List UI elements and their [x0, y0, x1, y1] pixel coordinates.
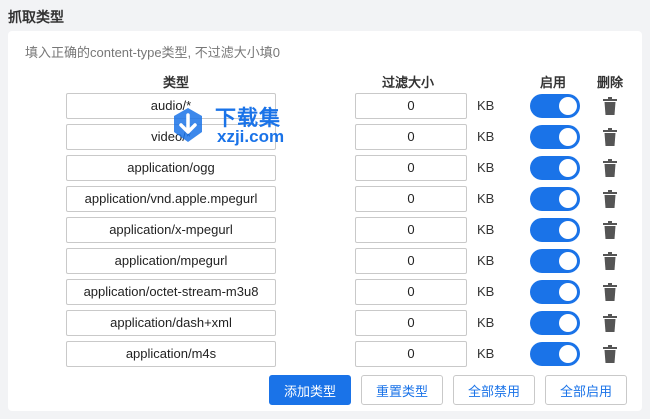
size-unit: KB	[477, 129, 495, 144]
trash-icon[interactable]	[603, 97, 617, 115]
size-unit: KB	[477, 98, 495, 113]
toggle-knob	[559, 283, 577, 301]
type-input[interactable]: video/*	[66, 124, 276, 150]
enable-all-button[interactable]: 全部启用	[545, 375, 627, 405]
size-unit: KB	[477, 346, 495, 361]
size-input[interactable]: 0	[355, 341, 467, 367]
trash-icon[interactable]	[603, 159, 617, 177]
trash-icon[interactable]	[603, 128, 617, 146]
table-row: application/m4s 0 KB	[8, 341, 642, 367]
size-unit: KB	[477, 191, 495, 206]
type-input[interactable]: application/mpegurl	[66, 248, 276, 274]
trash-icon[interactable]	[603, 345, 617, 363]
toggle-knob	[559, 221, 577, 239]
trash-icon[interactable]	[603, 190, 617, 208]
table-row: application/x-mpegurl 0 KB	[8, 217, 642, 243]
toggle-knob	[559, 252, 577, 270]
hint-text: 填入正确的content-type类型, 不过滤大小填0	[25, 45, 280, 60]
content-type-card: 填入正确的content-type类型, 不过滤大小填0 类型 过滤大小 启用 …	[8, 31, 642, 411]
size-input[interactable]: 0	[355, 93, 467, 119]
enable-toggle[interactable]	[530, 125, 580, 149]
header-delete: 删除	[597, 75, 624, 90]
size-unit: KB	[477, 160, 495, 175]
size-input[interactable]: 0	[355, 155, 467, 181]
size-unit: KB	[477, 222, 495, 237]
size-input[interactable]: 0	[355, 248, 467, 274]
trash-icon[interactable]	[603, 314, 617, 332]
enable-toggle[interactable]	[530, 342, 580, 366]
header-type: 类型	[163, 75, 190, 90]
header-size: 过滤大小	[382, 75, 435, 90]
table-row: application/octet-stream-m3u8 0 KB	[8, 279, 642, 305]
enable-toggle[interactable]	[530, 187, 580, 211]
enable-toggle[interactable]	[530, 94, 580, 118]
type-input[interactable]: audio/*	[66, 93, 276, 119]
add-type-button[interactable]: 添加类型	[269, 375, 351, 405]
toggle-knob	[559, 190, 577, 208]
enable-toggle[interactable]	[530, 218, 580, 242]
enable-toggle[interactable]	[530, 156, 580, 180]
size-unit: KB	[477, 315, 495, 330]
size-input[interactable]: 0	[355, 217, 467, 243]
disable-all-button[interactable]: 全部禁用	[453, 375, 535, 405]
section-title: 抓取类型	[8, 9, 64, 25]
toggle-knob	[559, 345, 577, 363]
size-unit: KB	[477, 284, 495, 299]
type-input[interactable]: application/octet-stream-m3u8	[66, 279, 276, 305]
table-row: application/mpegurl 0 KB	[8, 248, 642, 274]
trash-icon[interactable]	[603, 252, 617, 270]
size-unit: KB	[477, 253, 495, 268]
type-input[interactable]: application/x-mpegurl	[66, 217, 276, 243]
trash-icon[interactable]	[603, 221, 617, 239]
table-row: application/ogg 0 KB	[8, 155, 642, 181]
table-row: audio/* 0 KB	[8, 93, 642, 119]
enable-toggle[interactable]	[530, 311, 580, 335]
type-input[interactable]: application/dash+xml	[66, 310, 276, 336]
size-input[interactable]: 0	[355, 186, 467, 212]
toggle-knob	[559, 159, 577, 177]
toggle-knob	[559, 314, 577, 332]
enable-toggle[interactable]	[530, 249, 580, 273]
table-row: application/vnd.apple.mpegurl 0 KB	[8, 186, 642, 212]
type-input[interactable]: application/vnd.apple.mpegurl	[66, 186, 276, 212]
header-enable: 启用	[540, 75, 567, 90]
type-input[interactable]: application/m4s	[66, 341, 276, 367]
enable-toggle[interactable]	[530, 280, 580, 304]
trash-icon[interactable]	[603, 283, 617, 301]
size-input[interactable]: 0	[355, 124, 467, 150]
table-row: application/dash+xml 0 KB	[8, 310, 642, 336]
toggle-knob	[559, 97, 577, 115]
size-input[interactable]: 0	[355, 279, 467, 305]
type-input[interactable]: application/ogg	[66, 155, 276, 181]
reset-type-button[interactable]: 重置类型	[361, 375, 443, 405]
toggle-knob	[559, 128, 577, 146]
table-row: video/* 0 KB	[8, 124, 642, 150]
size-input[interactable]: 0	[355, 310, 467, 336]
